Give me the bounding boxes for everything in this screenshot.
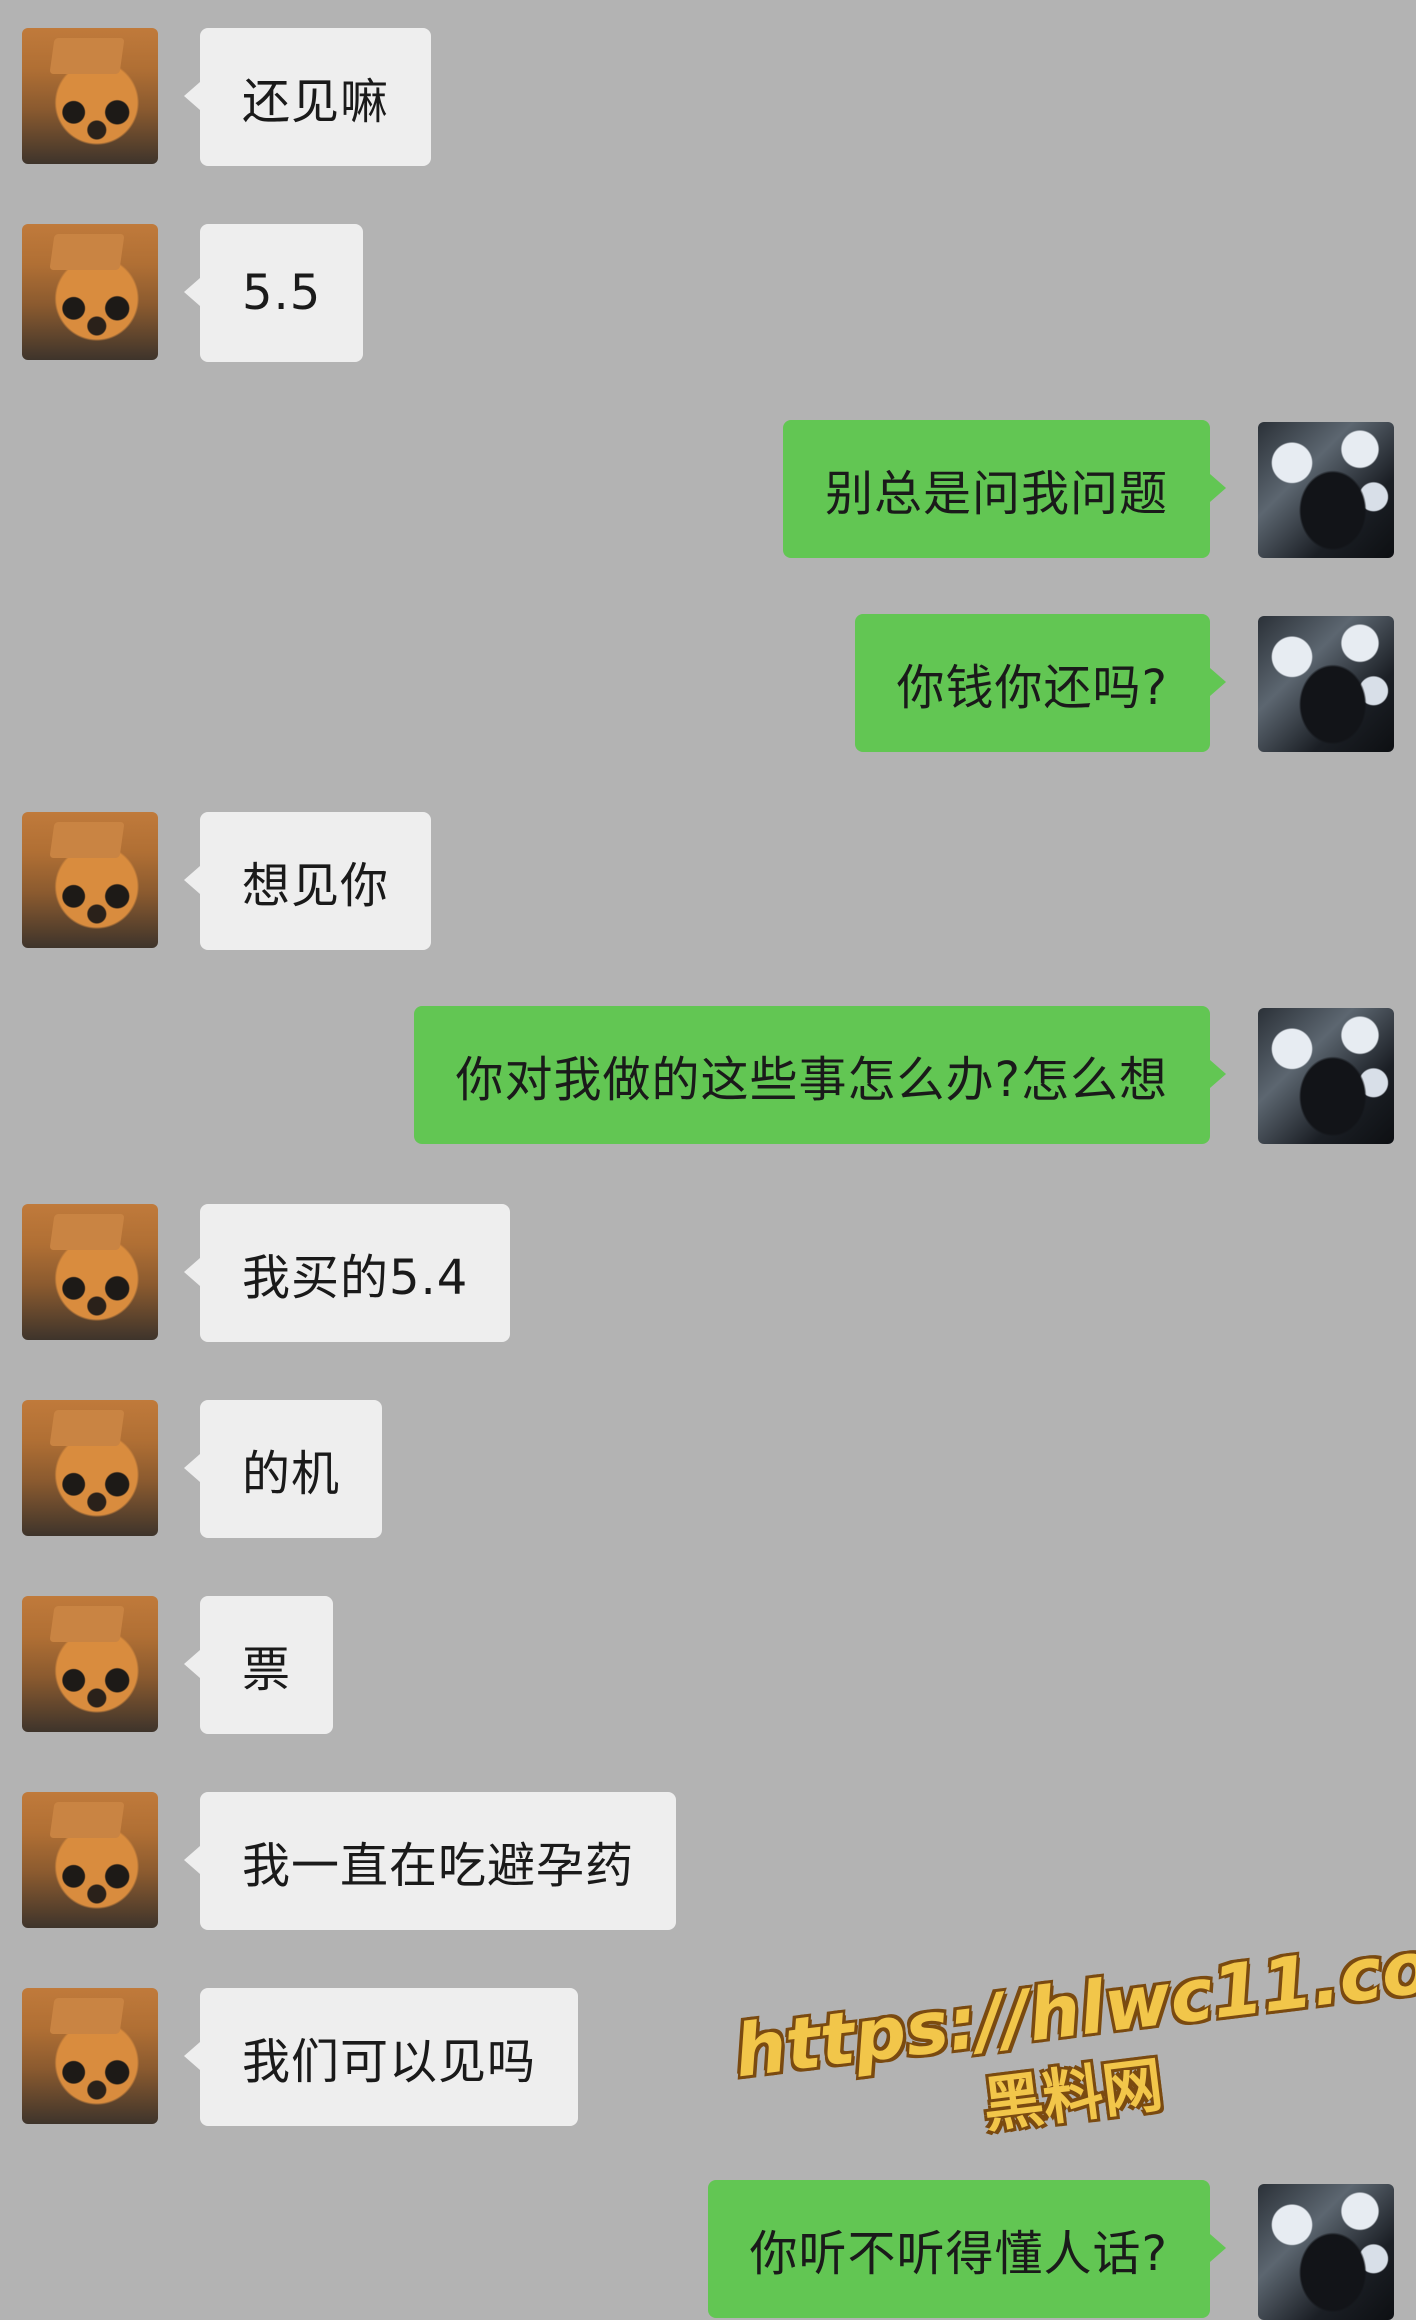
user-avatar[interactable] (1258, 616, 1394, 752)
watermark-site-name: 黑料网 (979, 2050, 1167, 2142)
chat-conversation: 还见嘛 5.5 别总是问我问题 你钱你还吗? 想见你 你对我做的这些事怎么办?怎… (0, 0, 1416, 2320)
incoming-message-bubble[interactable]: 我买的5.4 (183, 1204, 511, 1342)
outgoing-message-bubble[interactable]: 别总是问我问题 (782, 420, 1227, 558)
contact-avatar[interactable] (22, 224, 158, 360)
contact-avatar[interactable] (22, 1988, 158, 2124)
incoming-message-bubble[interactable]: 我们可以见吗 (183, 1988, 579, 2126)
contact-avatar[interactable] (22, 1400, 158, 1536)
incoming-message-bubble[interactable]: 我一直在吃避孕药 (183, 1792, 677, 1930)
outgoing-message-bubble[interactable]: 你听不听得懂人话? (707, 2180, 1227, 2318)
incoming-message-bubble[interactable]: 票 (183, 1596, 334, 1734)
user-avatar[interactable] (1258, 422, 1394, 558)
incoming-message-bubble[interactable]: 想见你 (183, 812, 432, 950)
watermark-url: https://hlwc11.com (730, 1915, 1416, 2094)
incoming-message-bubble[interactable]: 5.5 (183, 224, 364, 362)
contact-avatar[interactable] (22, 812, 158, 948)
contact-avatar[interactable] (22, 1792, 158, 1928)
contact-avatar[interactable] (22, 28, 158, 164)
outgoing-message-bubble[interactable]: 你对我做的这些事怎么办?怎么想 (413, 1006, 1227, 1144)
outgoing-message-bubble[interactable]: 你钱你还吗? (854, 614, 1227, 752)
incoming-message-bubble[interactable]: 还见嘛 (183, 28, 432, 166)
incoming-message-bubble[interactable]: 的机 (183, 1400, 383, 1538)
contact-avatar[interactable] (22, 1204, 158, 1340)
contact-avatar[interactable] (22, 1596, 158, 1732)
user-avatar[interactable] (1258, 1008, 1394, 1144)
